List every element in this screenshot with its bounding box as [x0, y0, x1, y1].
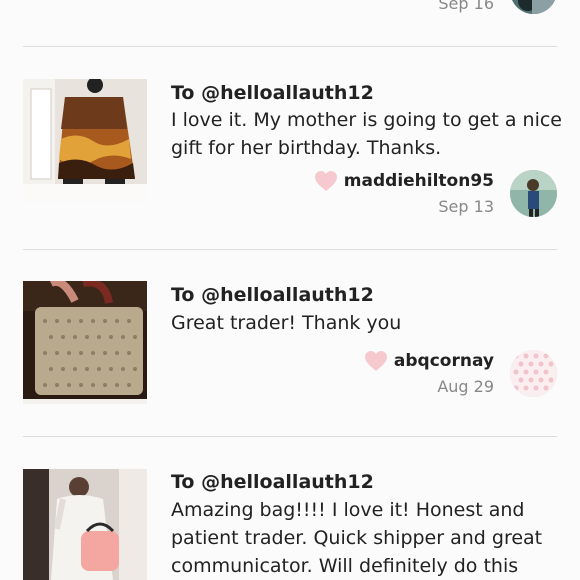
feedback-date: Sep 13 [438, 197, 494, 216]
listing-thumbnail[interactable] [23, 79, 147, 202]
divider [23, 46, 557, 47]
feedback-date: Aug 29 [437, 377, 494, 396]
feedback-author[interactable]: abqcornay [364, 350, 494, 372]
avatar[interactable] [510, 350, 557, 397]
feedback-author[interactable]: maddiehilton95 [314, 170, 494, 192]
cardigan-photo [23, 79, 147, 202]
feedback-recipient[interactable]: To @helloallauth12 [171, 284, 374, 306]
heart-icon [314, 171, 337, 191]
listing-thumbnail[interactable] [23, 281, 147, 404]
divider [23, 436, 557, 437]
feedback-message: Great trader! Thank you [171, 312, 402, 334]
heart-icon [364, 351, 387, 371]
avatar[interactable] [510, 0, 557, 14]
divider [23, 249, 557, 250]
pink-bag-photo [23, 469, 147, 580]
feedback-recipient[interactable]: To @helloallauth12 [171, 471, 374, 493]
listing-thumbnail[interactable] [23, 469, 147, 580]
feedback-message: I love it. My mother is going to get a n… [171, 109, 562, 159]
username[interactable]: maddiehilton95 [344, 171, 494, 191]
avatar-image [510, 0, 557, 14]
handbag-photo [23, 281, 147, 404]
feedback-date: Sep 16 [438, 0, 494, 13]
feedback-recipient[interactable]: To @helloallauth12 [171, 82, 374, 104]
avatar-image [510, 170, 557, 217]
username[interactable]: abqcornay [394, 351, 494, 371]
feedback-message: Amazing bag!!!! I love it! Honest and pa… [171, 499, 543, 577]
avatar-image [510, 350, 557, 397]
avatar[interactable] [510, 170, 557, 217]
